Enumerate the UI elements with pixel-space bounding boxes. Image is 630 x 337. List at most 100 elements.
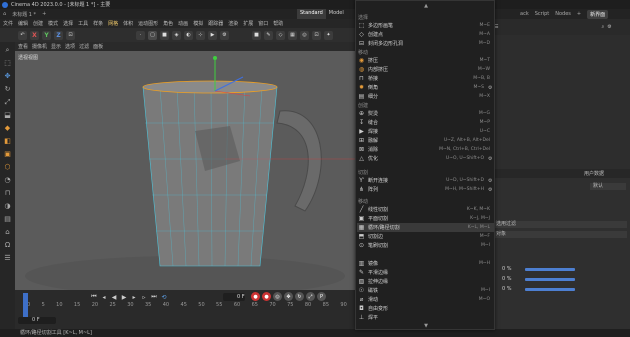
menu-item-melt[interactable]: ⊞ 融解 U~Z, Alt+B, Alt+Del [357, 136, 494, 145]
menu-create[interactable]: 创建 [33, 20, 43, 27]
settings-gear-icon[interactable]: ⚙ [488, 178, 494, 184]
settings-gear-icon[interactable]: ⚙ [488, 85, 494, 91]
points-mode-icon[interactable]: · [136, 30, 145, 40]
menu-item-brush-cut[interactable]: ⊙ 笔刷切割 M~I [357, 241, 494, 250]
axis-z-button[interactable]: Z [54, 30, 63, 40]
menu-item-create-point[interactable]: ◇ 创建点 M~A [357, 30, 494, 39]
previous-frame-icon[interactable]: ◀ [110, 293, 118, 301]
camera-icon[interactable]: ⊡ [312, 30, 321, 40]
menu-item-extrude[interactable]: ◉ 挤压 M~T [357, 56, 494, 65]
menu-item-close-hole[interactable]: ⊟ 封闭多边形孔洞 M~D [357, 39, 494, 48]
settings-gear-icon[interactable]: ⚙ [488, 187, 494, 193]
solo-icon[interactable]: ◔ [3, 175, 13, 185]
menu-item-optimize[interactable]: △ 优化 U~O, U~Shift+O ⚙ [357, 154, 494, 163]
move-icon[interactable]: ✥ [3, 71, 13, 81]
percent-slider[interactable] [525, 268, 575, 271]
subdivision-icon[interactable]: ◇ [276, 30, 285, 40]
new-scene-button[interactable]: 新界面 [587, 9, 609, 19]
menu-item-bridge[interactable]: ⊓ 桥接 M~B, B [357, 74, 494, 83]
current-frame-field[interactable]: 0 F [223, 293, 245, 301]
pen-icon[interactable]: ✎ [264, 30, 273, 40]
menu-item-line-cut[interactable]: ╱ 线性切割 K~K, M~K [357, 205, 494, 214]
document-tab[interactable]: 未标题 1 * [9, 11, 39, 18]
menu-animate[interactable]: 动画 [178, 20, 188, 27]
workplane-icon[interactable]: ⬓ [3, 110, 13, 120]
menu-tracker[interactable]: 跟踪器 [208, 20, 223, 27]
percent-slider[interactable] [525, 288, 575, 291]
menu-item-extrude-inner[interactable]: ◍ 内部挤压 M~W [357, 65, 494, 74]
object-dropdown[interactable]: 对象 [493, 231, 627, 238]
render-settings-icon[interactable]: ⚙ [220, 30, 229, 40]
search-icon[interactable]: ⌕ [3, 45, 13, 55]
menu-mesh[interactable]: 网格 [108, 20, 118, 27]
menu-render[interactable]: 渲染 [228, 20, 238, 27]
keyframe-selection-icon[interactable]: ◎ [273, 292, 282, 301]
edges-mode-icon[interactable]: ▢ [148, 30, 157, 40]
snap-icon[interactable]: ⊹ [196, 30, 205, 40]
menu-item-stretch-edge[interactable]: ▧ 拉伸边缘 [357, 277, 494, 286]
menu-item-loop-path-cut[interactable]: ▦ 循环/路径切割 K~L, M~L [357, 223, 494, 232]
tab-model[interactable]: Model [326, 9, 347, 19]
menu-item-bevel[interactable]: ✹ 倒角 M~S ⚙ [357, 83, 494, 92]
object-search-icon[interactable]: ⌕ [601, 24, 604, 30]
add-tab-icon[interactable]: + [39, 11, 49, 17]
panel-menu[interactable]: 面板 [93, 43, 103, 50]
add-layout-icon[interactable]: + [577, 11, 581, 17]
view-menu[interactable]: 查看 [18, 43, 28, 50]
menu-item-flatten[interactable]: ⊥ 焊平 [357, 313, 494, 322]
light-icon[interactable]: ✦ [324, 30, 333, 40]
tab-standard[interactable]: Standard [297, 9, 326, 19]
attr-row[interactable]: 0 % [490, 286, 630, 293]
menu-item-edge-cut[interactable]: ⬒ 切割边 M~F [357, 232, 494, 241]
filter-menu[interactable]: 过滤 [79, 43, 89, 50]
render-view-icon[interactable]: ▶ [208, 30, 217, 40]
menu-item-dissolve[interactable]: ⊠ 消除 M~N, Ctrl+B, Ctrl+Del [357, 145, 494, 154]
cloner-icon[interactable]: ▦ [288, 30, 297, 40]
filter-dropdown[interactable]: 选用过滤 [493, 221, 627, 228]
menu-file[interactable]: 文件 [3, 20, 13, 27]
mode-select[interactable]: 默认 [590, 183, 626, 190]
previous-key-icon[interactable]: ◂ [100, 293, 108, 301]
position-key-icon[interactable]: ✥ [284, 292, 293, 301]
attr-row[interactable]: 0 % [490, 266, 630, 273]
menu-help[interactable]: 帮助 [273, 20, 283, 27]
axis-icon[interactable]: ⊓ [3, 188, 13, 198]
percent-value[interactable]: 0 % [502, 286, 512, 292]
menu-item-free-deform[interactable]: ◘ 自由变形 [357, 304, 494, 313]
scale-key-icon[interactable]: ⤢ [306, 292, 315, 301]
menu-item-weld[interactable]: ▶ 焊接 U~C [357, 127, 494, 136]
model-mode-icon[interactable]: ◈ [172, 30, 181, 40]
next-frame-icon[interactable]: ▸ [130, 293, 138, 301]
autokey-icon[interactable]: ● [262, 292, 271, 301]
select-icon[interactable]: ⬚ [3, 58, 13, 68]
coordinate-system-icon[interactable]: ⊡ [66, 30, 75, 40]
menu-item-stitch[interactable]: ↧ 缝合 M~P [357, 118, 494, 127]
deformer-icon[interactable]: ◎ [300, 30, 309, 40]
uv-icon[interactable]: ◑ [3, 201, 13, 211]
axis-y-button[interactable]: Y [42, 30, 51, 40]
play-icon[interactable]: ▶ [120, 293, 128, 301]
menu-character[interactable]: 角色 [163, 20, 173, 27]
attr-row[interactable]: 0 % [490, 276, 630, 283]
undo-icon[interactable]: ↶ [18, 30, 27, 40]
display-menu[interactable]: 显示 [51, 43, 61, 50]
points-tool-icon[interactable]: ◆ [3, 123, 13, 133]
menu-item-slide[interactable]: ⌀ 滑动 M~O [357, 295, 494, 304]
settings-gear-icon[interactable]: ⚙ [488, 156, 494, 162]
object-settings-icon[interactable]: ⚙ [607, 24, 611, 30]
rotation-key-icon[interactable]: ↻ [295, 292, 304, 301]
scroll-down-icon[interactable]: ▼ [356, 323, 496, 329]
texture-mode-icon[interactable]: ◐ [184, 30, 193, 40]
menu-simulate[interactable]: 模拟 [193, 20, 203, 27]
tab-nodes[interactable]: Nodes [555, 11, 571, 17]
record-icon[interactable]: ● [251, 292, 260, 301]
menu-extensions[interactable]: 扩展 [243, 20, 253, 27]
menu-mode[interactable]: 模式 [48, 20, 58, 27]
3d-viewport[interactable]: 透视视图 [15, 51, 355, 290]
menu-item-magnet[interactable]: ☉ 磁铁 M~I [357, 286, 494, 295]
options-menu[interactable]: 选项 [65, 43, 75, 50]
start-frame-field[interactable]: 0 F [18, 317, 56, 324]
next-key-icon[interactable]: ▹ [140, 293, 148, 301]
menu-item-array[interactable]: ⋔ 阵列 M~H, M~Shift+H ⚙ [357, 185, 494, 194]
grid-icon[interactable]: ▤ [3, 214, 13, 224]
